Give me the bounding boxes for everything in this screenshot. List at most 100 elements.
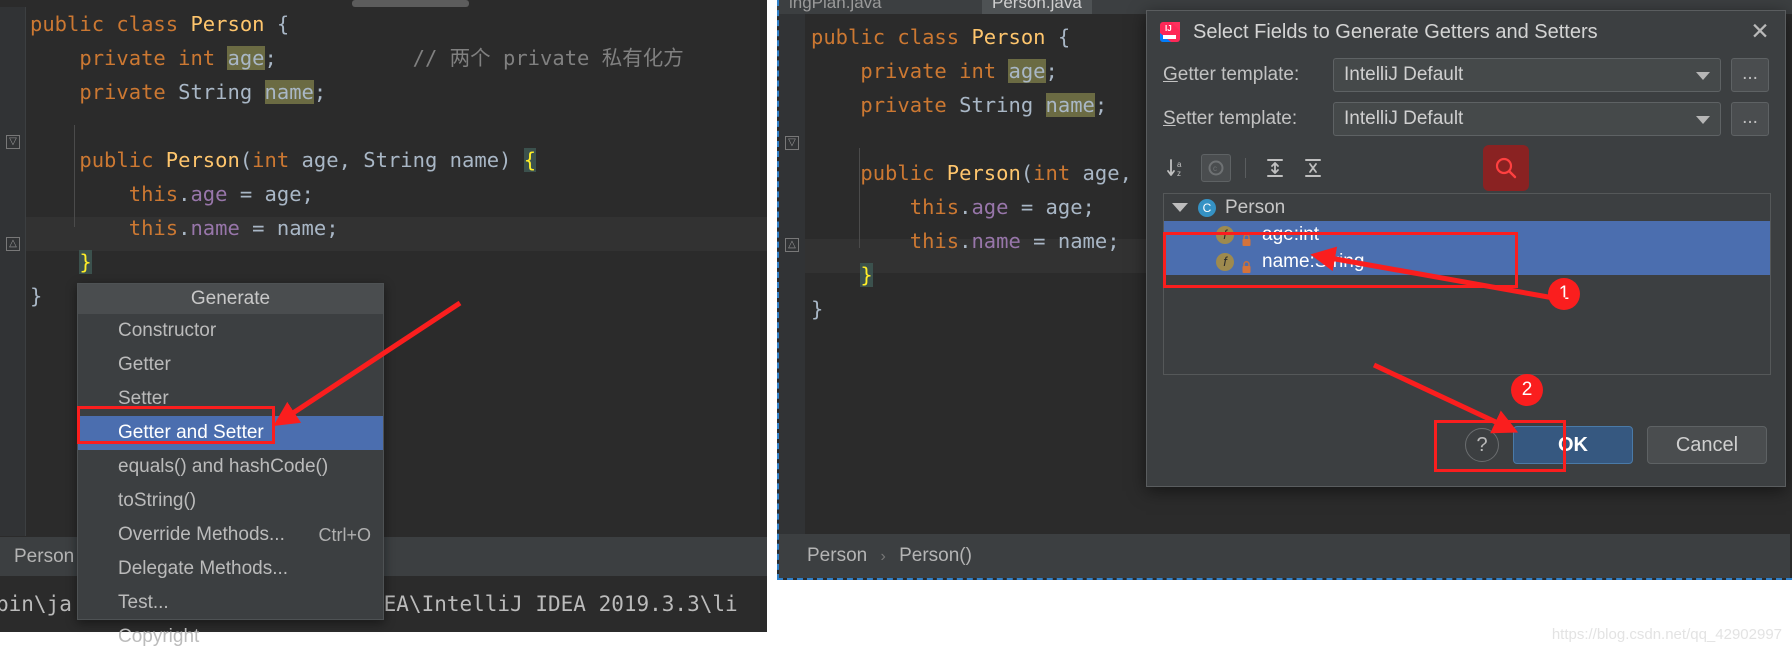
code-line: private String name;: [30, 75, 326, 109]
tree-node-class[interactable]: C Person: [1164, 194, 1770, 221]
breadcrumb-class[interactable]: Person: [807, 545, 867, 566]
generate-menu-item-label: Copyright: [118, 626, 200, 647]
generate-menu-item-3[interactable]: Getter and Setter: [78, 416, 383, 450]
code-token: {: [1057, 25, 1071, 49]
left-horizontal-scrollbar[interactable]: [352, 0, 469, 7]
code-token: age: [190, 182, 228, 206]
generate-menu-item-5[interactable]: toString(): [78, 484, 383, 518]
code-line: private int age;: [811, 54, 1058, 88]
getter-template-browse-button[interactable]: ...: [1731, 58, 1769, 92]
collapse-all-icon[interactable]: [1298, 154, 1328, 182]
code-token: int: [178, 46, 228, 70]
code-token: age: [971, 195, 1009, 219]
editor-tab-active[interactable]: Person.java: [982, 0, 1092, 14]
generate-menu-item-label: Constructor: [118, 320, 217, 341]
code-token: {: [523, 148, 537, 172]
generate-menu-list[interactable]: Constructor Getter Setter Getter and Setter…: [78, 314, 383, 651]
code-line: this.age = age;: [30, 177, 314, 211]
generate-menu-item-7[interactable]: Delegate Methods...: [78, 552, 383, 586]
svg-text:IJ: IJ: [1165, 24, 1172, 33]
code-line: this.name = name;: [30, 211, 339, 245]
getter-label-mnemonic: G: [1163, 64, 1178, 85]
group-by-class-icon[interactable]: c: [1201, 154, 1231, 182]
code-token: age,: [301, 148, 364, 172]
getter-template-row: Getter template: IntelliJ Default ...: [1147, 53, 1785, 97]
tree-item-field[interactable]: f name:String: [1164, 248, 1770, 275]
console-path-left: bin\ja: [0, 592, 72, 616]
code-token: (: [239, 148, 253, 172]
getter-template-select[interactable]: IntelliJ Default: [1333, 58, 1721, 92]
code-token: class: [116, 12, 191, 36]
code-token: String: [363, 148, 450, 172]
dialog-toolbar[interactable]: a z c: [1163, 145, 1769, 191]
code-token: ;: [1045, 59, 1058, 83]
code-token: Person: [190, 12, 277, 36]
select-fields-dialog[interactable]: IJ Select Fields to Generate Getters and…: [1146, 10, 1786, 487]
code-token: = age;: [227, 182, 314, 206]
chevron-down-icon[interactable]: [1696, 116, 1710, 124]
screenshot-root: ▽ △ public class Person { private int ag…: [0, 0, 1792, 651]
code-token: class: [897, 25, 972, 49]
generate-menu-item-0[interactable]: Constructor: [78, 314, 383, 348]
code-token: name: [971, 229, 1021, 253]
generate-menu-item-6[interactable]: Override Methods... Ctrl+O: [78, 518, 383, 552]
breadcrumb-member[interactable]: Person(): [899, 545, 972, 566]
code-token: }: [860, 263, 873, 287]
dialog-button-bar: ? OK Cancel: [1465, 426, 1767, 464]
code-token: this: [811, 229, 960, 253]
chevron-down-icon[interactable]: [1172, 203, 1188, 212]
cancel-button[interactable]: Cancel: [1647, 426, 1767, 464]
setter-template-select[interactable]: IntelliJ Default: [1333, 102, 1721, 136]
search-icon[interactable]: [1483, 145, 1529, 191]
private-lock-icon: [1241, 255, 1252, 273]
code-token: public: [811, 25, 898, 49]
expand-all-icon[interactable]: [1260, 154, 1290, 182]
getter-template-label: Getter template:: [1163, 64, 1333, 86]
chevron-down-icon[interactable]: [1696, 72, 1710, 80]
code-token: private: [811, 59, 960, 83]
getter-template-value: IntelliJ Default: [1344, 64, 1464, 85]
annotation-badge-1: 1: [1548, 278, 1580, 310]
generate-menu-item-label: Getter and Setter: [118, 422, 264, 443]
field-icon: f: [1216, 225, 1234, 244]
right-breadcrumb[interactable]: Person › Person(): [779, 534, 1790, 578]
help-button[interactable]: ?: [1465, 428, 1499, 462]
tree-item-field-label: age:int: [1262, 224, 1320, 245]
setter-label-mnemonic: S: [1163, 108, 1176, 129]
generate-menu-item-label: Test...: [118, 592, 169, 613]
tree-item-field[interactable]: f age:int: [1164, 221, 1770, 248]
code-token: public: [811, 161, 947, 185]
annotation-badge-2: 2: [1511, 374, 1543, 406]
generate-menu-item-1[interactable]: Getter: [78, 348, 383, 382]
generate-menu-item-4[interactable]: equals() and hashCode(): [78, 450, 383, 484]
console-path-right: DEA\IntelliJ IDEA 2019.3.3\li: [371, 592, 738, 616]
fields-tree[interactable]: C Person f age:int f name:String: [1163, 193, 1771, 375]
tree-node-class-label: Person: [1225, 197, 1286, 218]
sort-alphabetically-icon[interactable]: a z: [1163, 154, 1193, 182]
generate-popup-title: Generate: [78, 284, 383, 314]
setter-template-row: Setter template: IntelliJ Default ...: [1147, 97, 1785, 141]
generate-menu-item-label: Getter: [118, 354, 171, 375]
generate-menu-item-label: Setter: [118, 388, 169, 409]
generate-menu-item-9[interactable]: Copyright: [78, 620, 383, 651]
code-token: = name;: [1020, 229, 1120, 253]
generate-menu-item-2[interactable]: Setter: [78, 382, 383, 416]
code-token: int: [1033, 161, 1083, 185]
generate-popup-menu[interactable]: Generate Constructor Getter Setter Getter a…: [77, 283, 384, 647]
editor-tab-inactive[interactable]: ingPlan.java: [789, 0, 882, 14]
code-line: }: [30, 279, 42, 313]
code-token: name): [449, 148, 524, 172]
code-token: ;: [1094, 93, 1108, 117]
code-token: public: [30, 148, 166, 172]
ok-button[interactable]: OK: [1513, 426, 1633, 464]
close-icon[interactable]: ✕: [1749, 20, 1771, 43]
setter-label-rest: etter template:: [1175, 108, 1298, 129]
generate-menu-item-8[interactable]: Test...: [78, 586, 383, 620]
setter-template-browse-button[interactable]: ...: [1731, 102, 1769, 136]
toolbar-separator: [1245, 158, 1246, 178]
generate-menu-item-label: equals() and hashCode(): [118, 456, 329, 477]
code-line: public class Person {: [811, 20, 1070, 54]
code-token: name: [1045, 93, 1095, 117]
